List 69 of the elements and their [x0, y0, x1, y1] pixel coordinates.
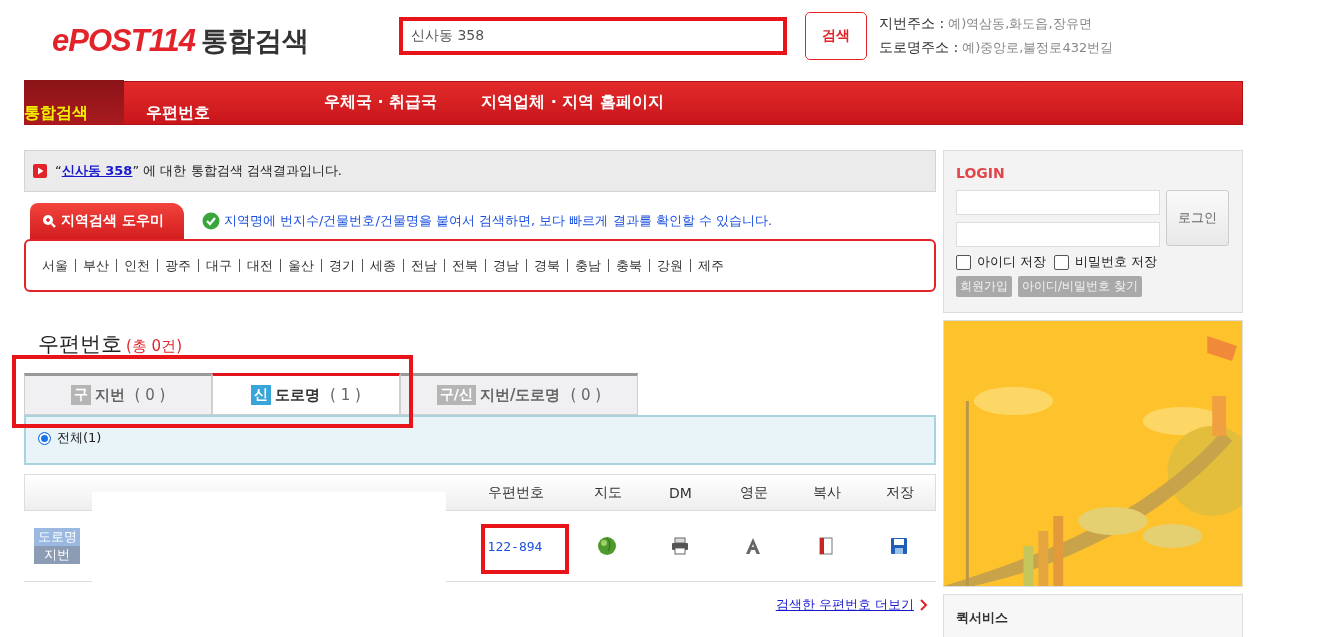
- tab[interactable]: 신 도로명 ( 1 ): [212, 373, 400, 415]
- tab[interactable]: 구 지번 ( 0 ): [24, 373, 212, 415]
- column-header: 우편번호: [487, 483, 545, 502]
- search-icon: [42, 214, 56, 228]
- search-field[interactable]: 신사동 358: [399, 17, 787, 55]
- hint-example: 예)중앙로,불정로432번길: [962, 40, 1114, 55]
- column-header: 저장: [884, 483, 915, 502]
- column-header: 지도: [592, 483, 623, 502]
- region-link[interactable]: 서울: [42, 256, 68, 275]
- region-link[interactable]: 인천: [124, 256, 150, 275]
- address-type-tag: 지번: [34, 546, 80, 564]
- nav-tab[interactable]: 지역업체 · 지역 홈페이지: [459, 80, 686, 124]
- login-button[interactable]: 로그인: [1166, 190, 1229, 246]
- hint-example: 예)역삼동,화도읍,장유면: [948, 16, 1092, 31]
- postcode-link[interactable]: 122-894: [487, 538, 543, 554]
- site-title: 통합검색: [201, 23, 310, 58]
- helper-tip: 지역명에 번지수/건물번호/건물명을 붙여서 검색하면, 보다 빠르게 결과를 확인할 수 있습니다.: [223, 212, 773, 230]
- checkbox[interactable]: [1054, 254, 1070, 270]
- tab-badge: 구/신: [436, 385, 476, 405]
- nav-tab[interactable]: 통합검색: [24, 80, 124, 124]
- play-icon: [33, 164, 47, 178]
- region-link[interactable]: 전남: [411, 256, 437, 275]
- nav-tab[interactable]: 우편번호: [124, 80, 232, 124]
- region-link[interactable]: 충북: [616, 256, 642, 275]
- region-link[interactable]: 경북: [534, 256, 560, 275]
- region-link[interactable]: 충남: [575, 256, 601, 275]
- tab-badge: 신: [251, 385, 272, 405]
- hint-label: 지번주소 :: [879, 15, 945, 31]
- search-button[interactable]: 검색: [805, 12, 867, 60]
- address-type-tag: 도로명: [34, 528, 80, 546]
- column-header: DM: [668, 484, 693, 501]
- nav-tab[interactable]: 우체국 · 취급국: [302, 80, 460, 124]
- region-link[interactable]: 경남: [493, 256, 519, 275]
- column-header: 복사: [811, 483, 842, 502]
- floppy-icon[interactable]: [888, 536, 909, 556]
- globe-icon[interactable]: [596, 536, 617, 556]
- quick-title: 퀵서비스: [956, 609, 1009, 627]
- region-link[interactable]: 경기: [329, 256, 355, 275]
- check-icon: [201, 212, 220, 230]
- helper-tab[interactable]: 지역검색 도우미: [30, 203, 184, 239]
- password-field[interactable]: [956, 222, 1160, 247]
- hint-label: 도로명주소 :: [879, 39, 959, 55]
- tab[interactable]: 구/신 지번/도로명 ( 0 ): [400, 373, 638, 415]
- region-link[interactable]: 부산: [83, 256, 109, 275]
- logo[interactable]: ePOST114: [52, 22, 196, 59]
- region-link[interactable]: 제주: [698, 256, 724, 275]
- checkbox-label: 아이디 저장: [977, 253, 1047, 271]
- region-link[interactable]: 광주: [165, 256, 191, 275]
- region-link[interactable]: 강원: [657, 256, 683, 275]
- region-link[interactable]: 대전: [247, 256, 273, 275]
- more-link[interactable]: 검색한 우편번호 더보기: [775, 596, 914, 614]
- notice-text: “신사동 358” 에 대한 통합검색 검색결과입니다.: [55, 162, 342, 180]
- chevron-icon: [920, 599, 928, 611]
- region-link[interactable]: 세종: [370, 256, 396, 275]
- radio-button[interactable]: [38, 431, 51, 445]
- column-header: 영문: [738, 483, 769, 502]
- region-link[interactable]: 대구: [206, 256, 232, 275]
- result-count: (총 0건): [126, 337, 182, 356]
- section-title: 우편번호: [38, 331, 122, 358]
- printer-icon[interactable]: [669, 536, 690, 556]
- radio-label: 전체(1): [57, 429, 102, 447]
- id-field[interactable]: [956, 190, 1160, 215]
- login-title: LOGIN: [956, 165, 1006, 181]
- tab-badge: 구: [70, 385, 91, 405]
- checkbox[interactable]: [956, 254, 971, 270]
- checkbox-label: 비밀번호 저장: [1075, 253, 1158, 271]
- region-link[interactable]: 전북: [452, 256, 478, 275]
- region-link[interactable]: 울산: [288, 256, 314, 275]
- query-link[interactable]: 신사동 358: [61, 163, 133, 178]
